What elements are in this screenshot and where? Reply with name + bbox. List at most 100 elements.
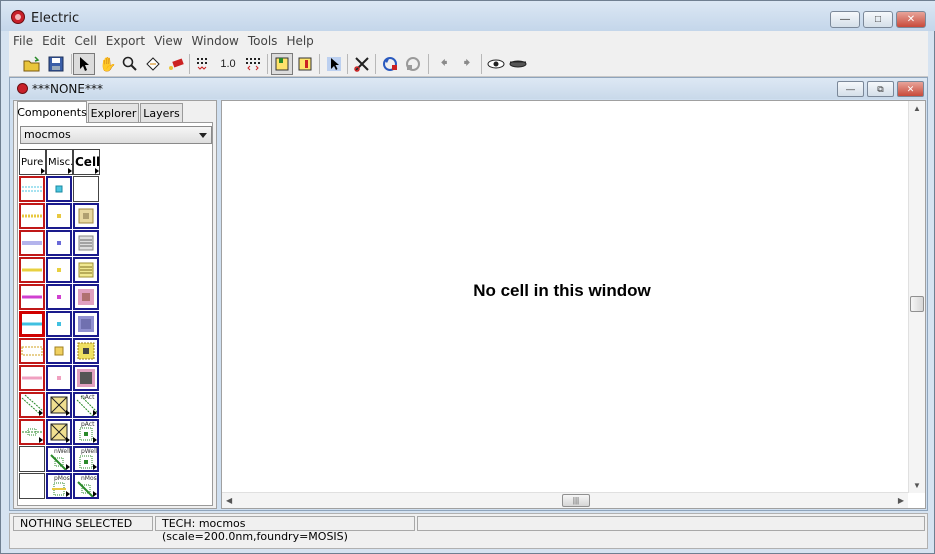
scroll-right-icon[interactable]: ▶ [898, 496, 904, 505]
menu-edit[interactable]: Edit [42, 34, 65, 48]
tab-explorer[interactable]: Explorer [88, 103, 139, 122]
select-arrow-icon[interactable] [73, 53, 95, 75]
palette-pure-menu[interactable]: Pure [19, 149, 46, 175]
scroll-left-icon[interactable]: ◀ [226, 496, 232, 505]
scroll-up-icon[interactable]: ▲ [913, 104, 921, 113]
open-icon[interactable] [21, 53, 43, 75]
maximize-icon: □ [874, 14, 882, 25]
doc-restore-button[interactable]: ⧉ [867, 81, 894, 97]
select-object-icon[interactable] [323, 53, 345, 75]
vertical-scroll-thumb[interactable] [910, 296, 924, 312]
pin-active[interactable] [46, 176, 72, 202]
outline-edit-icon[interactable] [142, 53, 164, 75]
node-metal5-contact[interactable] [73, 365, 99, 391]
maximize-button[interactable]: □ [863, 11, 893, 28]
submenu-arrow-icon [66, 464, 70, 470]
pin-metal4[interactable] [46, 338, 72, 364]
palette-tiny-label: pMos [54, 475, 70, 482]
close-icon: ✕ [906, 14, 916, 25]
arc-metal3-selected[interactable] [19, 311, 45, 337]
node-metal1-contact[interactable] [73, 257, 99, 283]
node-metal4-contact[interactable] [73, 338, 99, 364]
save-icon[interactable] [45, 53, 67, 75]
arc-metal1[interactable] [19, 257, 45, 283]
pin-poly-blue[interactable] [46, 230, 72, 256]
submenu-arrow-icon [93, 491, 97, 497]
measure-icon[interactable] [165, 53, 187, 75]
components-tab-body: mocmos Pure Misc. Cell nAct pAct nWell p… [17, 122, 213, 506]
technology-select[interactable]: mocmos [20, 126, 212, 144]
menu-tools[interactable]: Tools [248, 34, 278, 48]
grid-align-icon[interactable] [242, 53, 264, 75]
restore-icon: ⧉ [877, 83, 884, 94]
menu-view[interactable]: View [154, 34, 182, 48]
arc-width-label[interactable]: 1.0 [217, 53, 239, 75]
grid-icon[interactable] [192, 53, 214, 75]
pin-metal-dotted[interactable] [46, 203, 72, 229]
doc-close-button[interactable]: ✕ [897, 81, 924, 97]
palette-empty-slot [19, 473, 45, 499]
node-metal-contact[interactable] [73, 203, 99, 229]
fullscreen-icon[interactable] [271, 53, 293, 75]
pin-metal3[interactable] [46, 311, 72, 337]
close-button[interactable]: ✕ [896, 11, 926, 28]
electric-doc-icon [17, 83, 28, 94]
forward-icon[interactable]: 🠺 [456, 53, 478, 75]
palette-empty-slot [73, 176, 99, 202]
tab-components[interactable]: Components [17, 101, 87, 123]
tab-layers[interactable]: Layers [140, 103, 183, 122]
node-transistor-box-2[interactable] [46, 419, 72, 445]
pin-metal1[interactable] [46, 257, 72, 283]
horizontal-scroll-thumb[interactable]: ||| [562, 494, 590, 507]
node-n-mos[interactable]: nMos [73, 473, 99, 499]
arc-metal-dotted[interactable] [19, 203, 45, 229]
status-bar: NOTHING SELECTED TECH: mocmos (scale=200… [9, 513, 928, 549]
vertical-scrollbar[interactable]: ▲ ▼ [908, 101, 925, 493]
palette-cell-menu[interactable]: Cell [73, 149, 100, 175]
expand-icon[interactable] [485, 53, 507, 75]
redo-icon[interactable] [402, 53, 424, 75]
arc-active-hatched[interactable] [19, 176, 45, 202]
tools-icon[interactable] [351, 53, 373, 75]
pin-metal5[interactable] [46, 365, 72, 391]
arc-p-active[interactable] [19, 419, 45, 445]
back-icon[interactable]: 🠸 [433, 53, 455, 75]
node-transistor-box[interactable] [46, 392, 72, 418]
window-layout-icon[interactable] [294, 53, 316, 75]
arc-metal4[interactable] [19, 338, 45, 364]
pin-metal2[interactable] [46, 284, 72, 310]
submenu-arrow-icon [66, 491, 70, 497]
toolbar: ✋ 1.0 🠸 🠺 [9, 51, 928, 77]
arc-metal2[interactable] [19, 284, 45, 310]
minimize-button[interactable]: — [830, 11, 860, 28]
node-p-active-contact[interactable]: pAct [73, 419, 99, 445]
node-n-well[interactable]: nWell [46, 446, 72, 472]
node-n-active-contact[interactable]: nAct [73, 392, 99, 418]
node-poly-contact[interactable] [73, 230, 99, 256]
arc-n-active[interactable] [19, 392, 45, 418]
undo-icon[interactable] [380, 53, 402, 75]
empty-window-message: No cell in this window [473, 281, 651, 300]
arc-poly-blue[interactable] [19, 230, 45, 256]
pan-hand-icon[interactable]: ✋ [97, 53, 119, 75]
menu-window[interactable]: Window [192, 34, 239, 48]
unexpand-icon[interactable] [507, 53, 529, 75]
menu-cell[interactable]: Cell [74, 34, 96, 48]
menu-help[interactable]: Help [286, 34, 313, 48]
palette-tiny-label: pAct [81, 421, 95, 428]
palette-misc-menu[interactable]: Misc. [46, 149, 73, 175]
toolbar-separator [481, 54, 482, 74]
edit-canvas[interactable]: No cell in this window ▲ ▼ ◀ ||| ▶ [221, 100, 926, 509]
node-metal3-contact[interactable] [73, 311, 99, 337]
menu-file[interactable]: File [13, 34, 33, 48]
horizontal-scrollbar[interactable]: ◀ ||| ▶ [222, 492, 908, 508]
zoom-icon[interactable] [119, 53, 141, 75]
arc-metal5[interactable] [19, 365, 45, 391]
node-metal2-contact[interactable] [73, 284, 99, 310]
node-p-mos[interactable]: pMos [46, 473, 72, 499]
scroll-down-icon[interactable]: ▼ [913, 481, 921, 490]
submenu-arrow-icon [39, 437, 43, 443]
node-p-well[interactable]: pWell [73, 446, 99, 472]
doc-minimize-button[interactable]: — [837, 81, 864, 97]
menu-export[interactable]: Export [106, 34, 145, 48]
